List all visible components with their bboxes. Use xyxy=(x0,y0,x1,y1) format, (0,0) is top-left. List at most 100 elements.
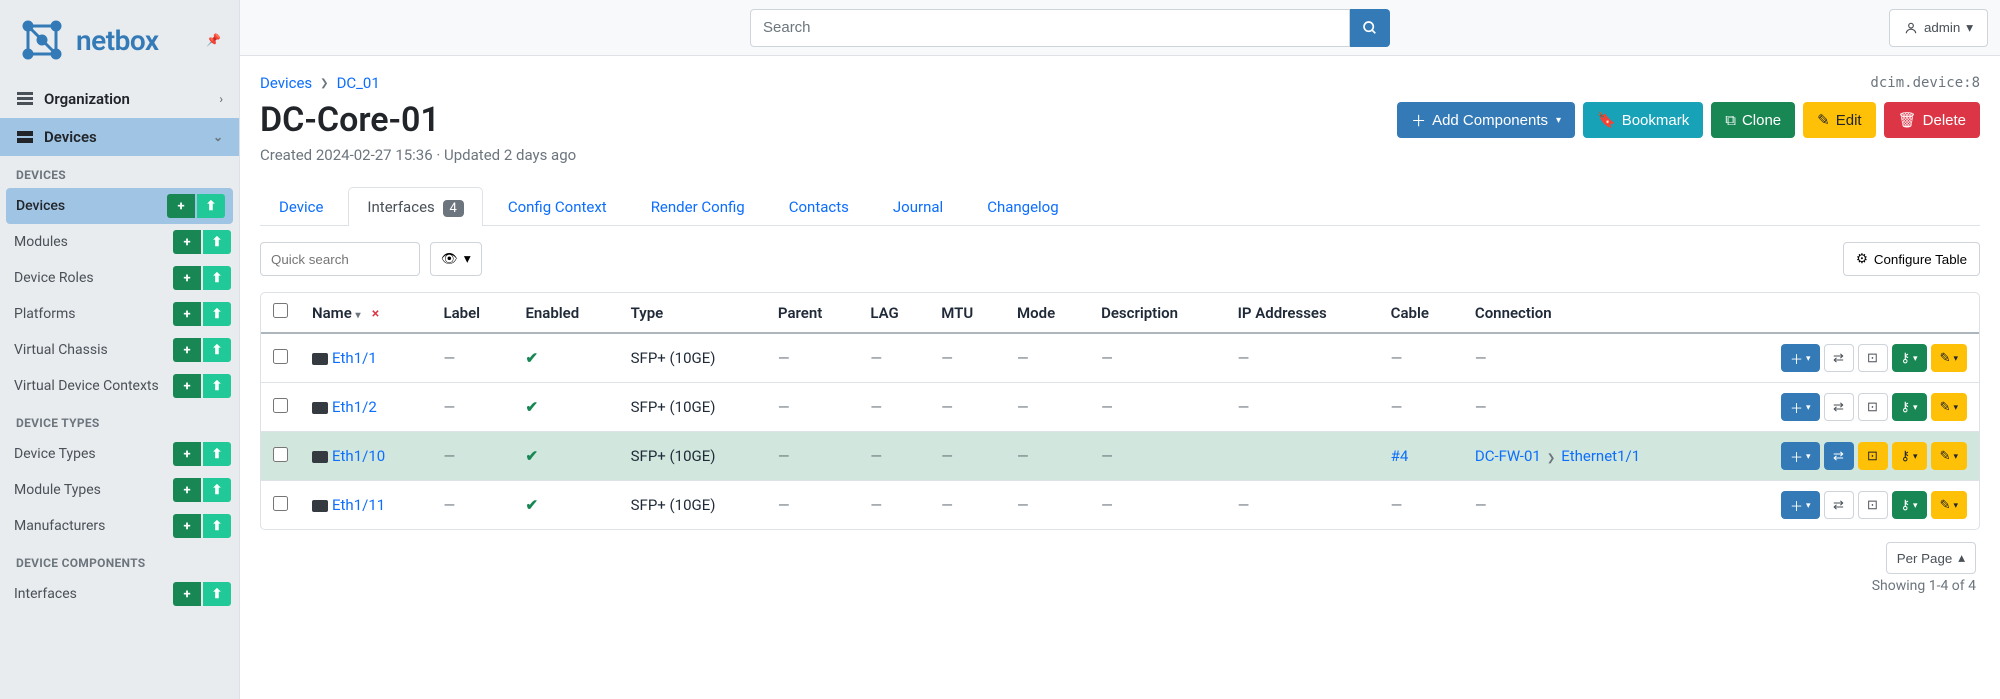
col-connection[interactable]: Connection xyxy=(1463,293,1719,333)
add-ip-button[interactable]: ＋▾ xyxy=(1781,491,1820,519)
add-icon[interactable]: + xyxy=(173,442,201,466)
add-ip-button[interactable]: ＋▾ xyxy=(1781,393,1820,421)
sidebar-item[interactable]: Manufacturers + ⬆ xyxy=(0,508,239,544)
col-cable[interactable]: Cable xyxy=(1379,293,1463,333)
col-description[interactable]: Description xyxy=(1089,293,1226,333)
per-page-select[interactable]: Per Page▴ xyxy=(1886,542,1976,574)
select-all-checkbox[interactable] xyxy=(273,303,288,318)
sidebar-item[interactable]: Devices + ⬆ xyxy=(6,188,233,224)
nav-group-organization[interactable]: Organization › xyxy=(0,80,239,118)
quick-search-input[interactable] xyxy=(260,242,420,276)
col-label[interactable]: Label xyxy=(431,293,513,333)
tab[interactable]: Render Config xyxy=(632,187,764,226)
tab[interactable]: Contacts xyxy=(770,187,868,226)
upload-icon[interactable]: ⬆ xyxy=(203,338,231,362)
edit-row-button[interactable]: ✎▾ xyxy=(1931,491,1967,519)
add-ip-button[interactable]: ＋▾ xyxy=(1781,442,1820,470)
logo[interactable]: netbox 📌 xyxy=(0,0,239,80)
pin-icon[interactable]: 📌 xyxy=(206,33,221,47)
diagram-button[interactable]: ⊡ xyxy=(1858,491,1888,519)
breadcrumb-current[interactable]: DC_01 xyxy=(337,74,380,92)
add-icon[interactable]: + xyxy=(173,230,201,254)
configure-table-button[interactable]: ⚙Configure Table xyxy=(1843,242,1980,276)
col-mtu[interactable]: MTU xyxy=(929,293,1005,333)
edit-row-button[interactable]: ✎▾ xyxy=(1931,393,1967,421)
search-button[interactable] xyxy=(1350,9,1390,47)
sidebar-item[interactable]: Virtual Chassis + ⬆ xyxy=(0,332,239,368)
connection-interface-link[interactable]: Ethernet1/1 xyxy=(1561,447,1640,465)
add-icon[interactable]: + xyxy=(173,514,201,538)
col-mode[interactable]: Mode xyxy=(1005,293,1089,333)
connect-button[interactable]: ⚷▾ xyxy=(1892,442,1927,470)
col-name[interactable]: Name ▾ × xyxy=(300,293,431,333)
upload-icon[interactable]: ⬆ xyxy=(203,582,231,606)
add-icon[interactable]: + xyxy=(173,478,201,502)
add-icon[interactable]: + xyxy=(167,194,195,218)
interface-link[interactable]: Eth1/10 xyxy=(332,447,385,465)
interface-link[interactable]: Eth1/1 xyxy=(332,349,377,367)
row-checkbox[interactable] xyxy=(273,349,288,364)
cable-link[interactable]: #4 xyxy=(1391,447,1409,465)
interface-link[interactable]: Eth1/11 xyxy=(332,496,385,514)
sidebar-item[interactable]: Virtual Device Contexts + ⬆ xyxy=(0,368,239,404)
upload-icon[interactable]: ⬆ xyxy=(203,514,231,538)
add-icon[interactable]: + xyxy=(173,338,201,362)
sidebar-item[interactable]: Module Types + ⬆ xyxy=(0,472,239,508)
col-ip[interactable]: IP Addresses xyxy=(1226,293,1379,333)
col-enabled[interactable]: Enabled xyxy=(513,293,618,333)
upload-icon[interactable]: ⬆ xyxy=(203,374,231,398)
edit-row-button[interactable]: ✎▾ xyxy=(1931,344,1967,372)
tab[interactable]: Journal xyxy=(874,187,962,226)
upload-icon[interactable]: ⬆ xyxy=(203,266,231,290)
visibility-toggle[interactable]: 👁▾ xyxy=(430,242,482,276)
tab[interactable]: Device xyxy=(260,187,342,226)
upload-icon[interactable]: ⬆ xyxy=(203,230,231,254)
bookmark-button[interactable]: 🔖Bookmark xyxy=(1583,102,1703,138)
remove-sort-icon[interactable]: × xyxy=(372,306,379,322)
diagram-button[interactable]: ⊡ xyxy=(1858,442,1888,470)
breadcrumb-root[interactable]: Devices xyxy=(260,74,312,92)
add-icon[interactable]: + xyxy=(173,374,201,398)
add-icon[interactable]: + xyxy=(173,266,201,290)
trace-button[interactable]: ⇄ xyxy=(1824,344,1854,372)
connect-button[interactable]: ⚷▾ xyxy=(1892,491,1927,519)
nav-group-devices[interactable]: Devices ⌄ xyxy=(0,118,239,156)
edit-button[interactable]: ✎Edit xyxy=(1803,102,1875,138)
sidebar-item[interactable]: Interfaces + ⬆ xyxy=(0,576,239,612)
upload-icon[interactable]: ⬆ xyxy=(203,442,231,466)
add-ip-button[interactable]: ＋▾ xyxy=(1781,344,1820,372)
col-parent[interactable]: Parent xyxy=(766,293,858,333)
add-components-button[interactable]: ＋Add Components▾ xyxy=(1397,102,1575,138)
connect-button[interactable]: ⚷▾ xyxy=(1892,344,1927,372)
search-input[interactable] xyxy=(750,9,1350,47)
upload-icon[interactable]: ⬆ xyxy=(203,478,231,502)
diagram-button[interactable]: ⊡ xyxy=(1858,393,1888,421)
edit-row-button[interactable]: ✎▾ xyxy=(1931,442,1967,470)
interface-link[interactable]: Eth1/2 xyxy=(332,398,377,416)
trace-button[interactable]: ⇄ xyxy=(1824,491,1854,519)
delete-button[interactable]: 🗑Delete xyxy=(1884,102,1980,138)
sidebar-item[interactable]: Modules + ⬆ xyxy=(0,224,239,260)
add-icon[interactable]: + xyxy=(173,302,201,326)
trace-button[interactable]: ⇄ xyxy=(1824,442,1854,470)
connect-button[interactable]: ⚷▾ xyxy=(1892,393,1927,421)
col-lag[interactable]: LAG xyxy=(858,293,929,333)
connection-device-link[interactable]: DC-FW-01 xyxy=(1475,447,1541,465)
sidebar-item[interactable]: Device Types + ⬆ xyxy=(0,436,239,472)
trace-button[interactable]: ⇄ xyxy=(1824,393,1854,421)
sidebar-item[interactable]: Device Roles + ⬆ xyxy=(0,260,239,296)
add-icon[interactable]: + xyxy=(173,582,201,606)
user-menu[interactable]: admin ▾ xyxy=(1889,9,1988,47)
row-checkbox[interactable] xyxy=(273,447,288,462)
col-type[interactable]: Type xyxy=(619,293,766,333)
tab[interactable]: Changelog xyxy=(968,187,1077,226)
tab[interactable]: Interfaces 4 xyxy=(348,187,482,226)
tab[interactable]: Config Context xyxy=(489,187,626,226)
diagram-button[interactable]: ⊡ xyxy=(1858,344,1888,372)
row-checkbox[interactable] xyxy=(273,496,288,511)
upload-icon[interactable]: ⬆ xyxy=(203,302,231,326)
row-checkbox[interactable] xyxy=(273,398,288,413)
clone-button[interactable]: ⧉Clone xyxy=(1711,102,1795,138)
sidebar-item[interactable]: Platforms + ⬆ xyxy=(0,296,239,332)
upload-icon[interactable]: ⬆ xyxy=(197,194,225,218)
